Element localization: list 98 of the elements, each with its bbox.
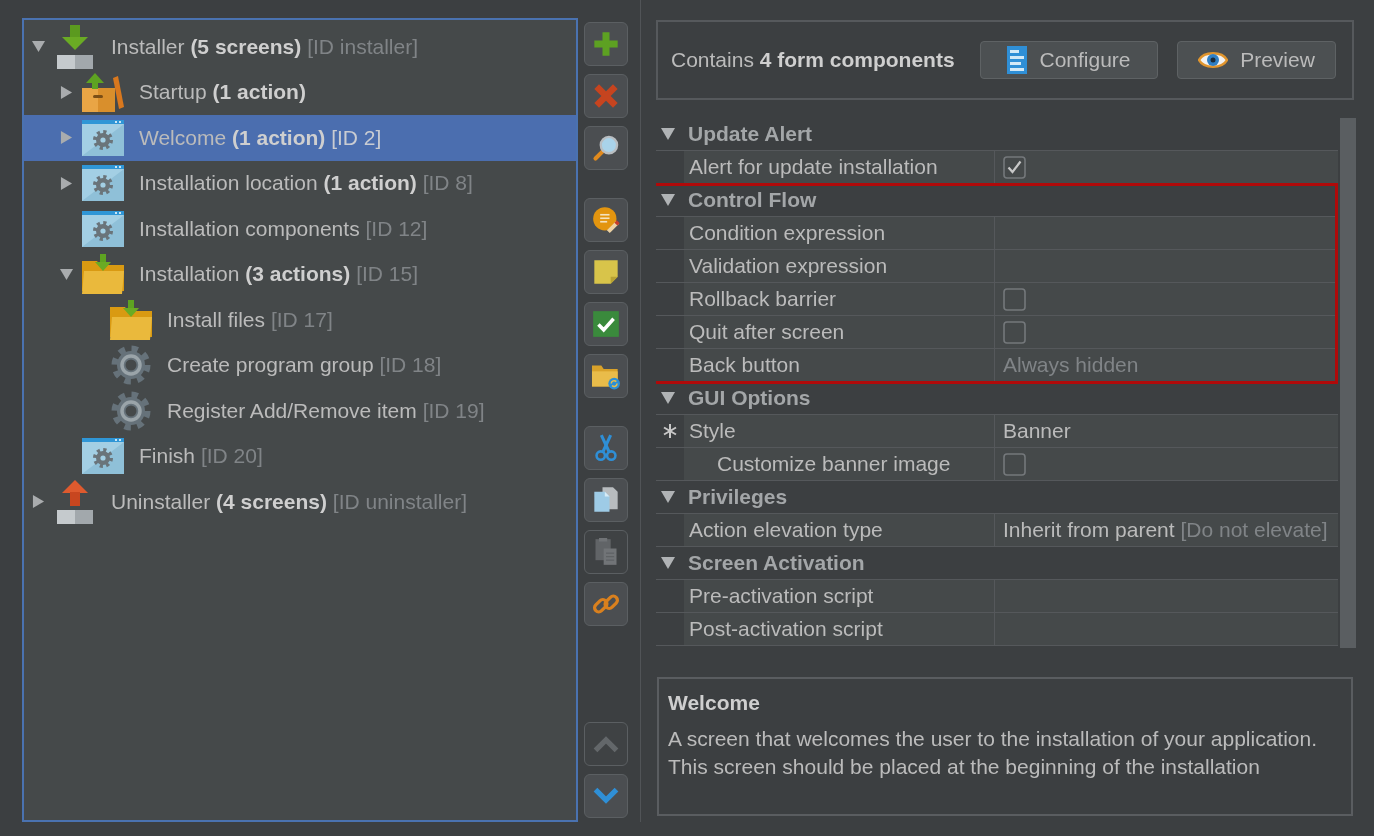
group-title: Control Flow xyxy=(688,188,817,212)
property-name: Alert for update installation xyxy=(684,151,994,183)
tree-label: Installer (5 screens) [ID installer] xyxy=(111,34,418,59)
eye-icon xyxy=(1198,49,1229,71)
property-value[interactable]: Inherit from parent [Do not elevate] xyxy=(994,514,1338,546)
window-gear-icon xyxy=(82,119,124,156)
tree-item[interactable]: Startup (1 action) xyxy=(24,69,576,115)
tree-item[interactable]: Create program group [ID 18] xyxy=(24,342,576,388)
caret-icon[interactable] xyxy=(661,127,675,141)
tree-item[interactable]: Installation components [ID 12] xyxy=(24,206,576,252)
delete-icon xyxy=(592,82,620,110)
value-field[interactable] xyxy=(994,613,1338,645)
window-gear-icon xyxy=(82,438,124,475)
property-name: Action elevation type xyxy=(684,514,994,546)
folder-icon xyxy=(110,299,152,340)
tree-label: Installation (3 actions) [ID 15] xyxy=(139,262,418,287)
folder-button[interactable] xyxy=(584,354,628,398)
tree-item[interactable]: Uninstaller (4 screens) [ID uninstaller] xyxy=(24,479,576,525)
caret-icon[interactable] xyxy=(661,193,675,207)
caret-icon[interactable] xyxy=(59,85,73,99)
caret-icon[interactable] xyxy=(59,267,73,281)
group-title: Screen Activation xyxy=(688,551,865,575)
sticky-note-icon xyxy=(592,258,620,286)
download-arrow-icon xyxy=(57,24,93,69)
add-button[interactable] xyxy=(584,22,628,66)
checkbox[interactable] xyxy=(1003,287,1026,311)
tree-label: Create program group [ID 18] xyxy=(167,353,442,378)
property-value[interactable]: Banner xyxy=(994,415,1338,447)
property-value[interactable]: Always hidden xyxy=(994,349,1338,381)
cut-button[interactable] xyxy=(584,426,628,470)
property-name: Back button xyxy=(684,349,994,381)
tree-label: Finish [ID 20] xyxy=(139,444,263,469)
tree-label: Welcome (1 action) [ID 2] xyxy=(139,125,382,150)
configure-button[interactable]: Configure xyxy=(980,41,1158,79)
checkmark-icon xyxy=(592,310,620,338)
value-field[interactable] xyxy=(994,250,1338,282)
caret-icon[interactable] xyxy=(59,131,73,145)
folder-icon xyxy=(82,254,124,295)
window-gear-icon xyxy=(82,165,124,202)
tree-item[interactable]: Install files [ID 17] xyxy=(24,297,576,343)
form-icon xyxy=(1007,46,1028,74)
group-title: Update Alert xyxy=(688,122,813,146)
tree-item[interactable]: Installation (3 actions) [ID 15] xyxy=(24,251,576,297)
caret-icon[interactable] xyxy=(31,40,45,54)
tree-item[interactable]: Installer (5 screens) [ID installer] xyxy=(24,24,576,70)
tree-label: Startup (1 action) xyxy=(139,80,306,105)
property-name: Rollback barrier xyxy=(684,283,994,315)
caret-icon[interactable] xyxy=(59,176,73,190)
chevron-down-icon xyxy=(592,787,620,805)
plus-icon xyxy=(592,30,620,58)
scissors-icon xyxy=(592,434,620,462)
tree-label: Installation location (1 action) [ID 8] xyxy=(139,171,473,196)
caret-icon[interactable] xyxy=(661,490,675,504)
property-name: Pre-activation script xyxy=(684,580,994,612)
tree-item[interactable]: Installation location (1 action) [ID 8] xyxy=(24,160,576,206)
tree-label: Install files [ID 17] xyxy=(167,307,333,332)
comment-button[interactable] xyxy=(584,198,628,242)
search-button[interactable] xyxy=(584,126,628,170)
property-name: Style xyxy=(684,415,994,447)
group-title: Privileges xyxy=(688,485,788,509)
property-name: Post-activation script xyxy=(684,613,994,645)
tree-item[interactable]: Register Add/Remove item [ID 19] xyxy=(24,388,576,434)
checkbox[interactable] xyxy=(1003,452,1026,476)
preview-button[interactable]: Preview xyxy=(1177,41,1336,79)
property-name: Condition expression xyxy=(684,217,994,249)
property-name: Customize banner image xyxy=(684,448,994,480)
tree-label: Uninstaller (4 screens) [ID uninstaller] xyxy=(111,489,468,514)
box-icon xyxy=(82,72,124,113)
caret-icon[interactable] xyxy=(31,495,45,509)
group-title: GUI Options xyxy=(688,386,811,410)
link-button[interactable] xyxy=(584,582,628,626)
note-button[interactable] xyxy=(584,250,628,294)
caret-icon[interactable] xyxy=(661,391,675,405)
components-summary: Contains 4 form components xyxy=(671,48,955,72)
checkbox[interactable] xyxy=(1003,155,1026,179)
copy-icon xyxy=(592,486,620,514)
description-text: A screen that welcomes the user to the installation of your application. This screen should be placed at the beginning of the installation xyxy=(668,726,1319,780)
check-button[interactable] xyxy=(584,302,628,346)
search-icon xyxy=(592,134,620,162)
value-field[interactable] xyxy=(994,217,1338,249)
upload-arrow-icon xyxy=(57,479,93,524)
tree-label: Register Add/Remove item [ID 19] xyxy=(167,398,485,423)
checkbox[interactable] xyxy=(1003,320,1026,344)
property-name: Quit after screen xyxy=(684,316,994,348)
window-gear-icon xyxy=(82,210,124,247)
gear-icon xyxy=(111,345,151,386)
description-title: Welcome xyxy=(668,690,761,716)
move-down-button[interactable] xyxy=(584,774,628,818)
property-name: Validation expression xyxy=(684,250,994,282)
value-field[interactable] xyxy=(994,580,1338,612)
copy-button[interactable] xyxy=(584,478,628,522)
gear-icon xyxy=(111,390,151,431)
caret-icon[interactable] xyxy=(661,556,675,570)
tree-item[interactable]: Welcome (1 action) [ID 2] xyxy=(24,115,576,161)
tree-label: Installation components [ID 12] xyxy=(139,216,428,241)
tree-item[interactable]: Finish [ID 20] xyxy=(24,433,576,479)
comment-pencil-icon xyxy=(592,206,620,234)
chevron-up-icon xyxy=(592,735,620,753)
